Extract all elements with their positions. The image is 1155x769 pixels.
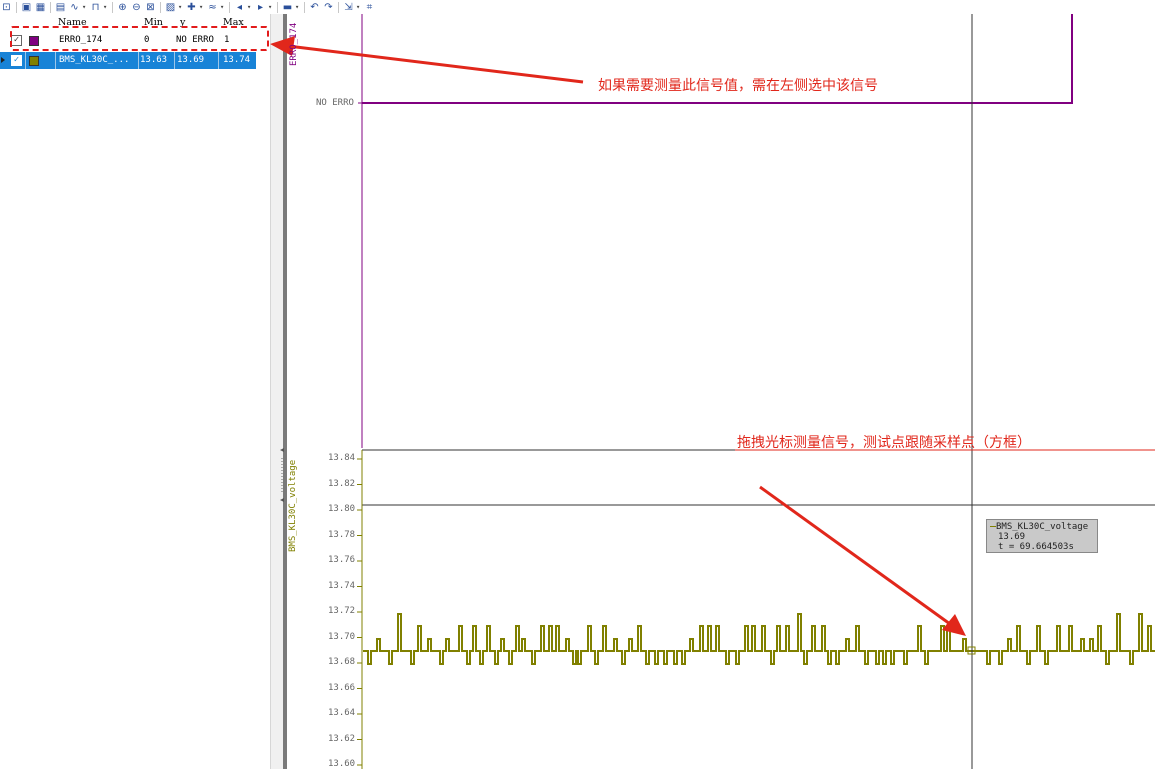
dropdown-caret-icon[interactable]: ▾ — [268, 1, 274, 13]
annotation-arrow-top — [270, 36, 584, 84]
current-row-arrow-icon — [1, 57, 5, 63]
graph2-tick-label: 13.66 — [328, 682, 356, 693]
graph2-tick-label: 13.74 — [328, 580, 356, 591]
nav-prev-icon[interactable]: ◂ — [233, 1, 246, 13]
tooltip-time: t = 69.664503s — [998, 542, 1074, 552]
graph2-tick-label: 13.64 — [328, 708, 356, 718]
graph2-tick-label: 13.76 — [328, 555, 356, 565]
toolbar-separator — [112, 1, 113, 13]
zoom-out-icon[interactable]: ⊖ — [130, 1, 143, 13]
toolbar: ⊡ ▣ ▦ ▤ ∿ ▾ ⊓ ▾ ⊕ ⊖ ⊠ ▨ ▾ ✚ ▾ ≈ ▾ ◂ ▾ ▸ ▾ ▬ ▾ ↶ ↷ ⇲ ▾ ⌗ — [0, 0, 520, 14]
toolbar-separator — [50, 1, 51, 13]
graph-view-a-icon[interactable]: ▣ — [20, 1, 33, 13]
dropdown-caret-icon[interactable]: ▾ — [199, 1, 205, 13]
save-icon[interactable]: ▬ — [281, 1, 294, 13]
export-icon[interactable]: ⇲ — [342, 1, 355, 13]
signal-y: 13.69 — [177, 55, 205, 65]
chart-options-icon[interactable]: ▨ — [164, 1, 177, 13]
tooltip-signal: BMS_KL30C_voltage — [996, 522, 1089, 532]
signal-name: BMS_KL30C_... — [59, 55, 130, 65]
signal-max: 13.74 — [223, 55, 251, 65]
signal-visible-checkbox[interactable]: ✓ — [11, 55, 22, 66]
toolbar-separator — [229, 1, 230, 13]
annotation-arrow-bottom — [759, 485, 966, 636]
zoom-in-icon[interactable]: ⊕ — [116, 1, 129, 13]
chart-step-icon[interactable]: ⊓ — [89, 1, 102, 13]
graph2-tick-label: 13.82 — [328, 478, 356, 489]
dropdown-caret-icon[interactable]: ▾ — [356, 1, 362, 13]
signal-min: 13.63 — [140, 55, 168, 65]
dropdown-caret-icon[interactable]: ▾ — [82, 1, 88, 13]
highlight-dashed-box — [10, 26, 269, 51]
tooltip-value: 13.69 — [998, 532, 1026, 542]
chart-sine-icon[interactable]: ∿ — [68, 1, 81, 13]
signal-color-swatch — [29, 56, 39, 66]
redo-icon[interactable]: ↷ — [322, 1, 335, 13]
graph2-tick-label: 13.68 — [328, 657, 356, 667]
graph2-tick-label: 13.62 — [328, 733, 356, 744]
graph1-y-axis-label: ERRO_174 — [289, 22, 299, 66]
zoom-fit-icon[interactable]: ⊡ — [0, 1, 13, 13]
chart-stacked-icon[interactable]: ▤ — [54, 1, 67, 13]
splitter-bar[interactable] — [283, 14, 287, 769]
graph2-y-axis-label: BMS_KL30C_voltage — [288, 459, 298, 552]
toolbar-separator — [160, 1, 161, 13]
cursor-value-tooltip: BMS_KL30C_voltage 13.69 t = 69.664503s — [986, 519, 1098, 553]
graph2-tick-label: 13.70 — [328, 631, 356, 642]
annotation-bottom-text: 拖拽光标测量信号，测试点跟随采样点（方框） — [737, 435, 1031, 451]
signal-wave-icon[interactable]: ≈ — [206, 1, 219, 13]
dropdown-caret-icon[interactable]: ▾ — [295, 1, 301, 13]
toolbar-separator — [338, 1, 339, 13]
dropdown-caret-icon[interactable]: ▾ — [220, 1, 226, 13]
graph2-tick-label: 13.84 — [328, 453, 356, 463]
dropdown-caret-icon[interactable]: ▾ — [103, 1, 109, 13]
graph-view-b-icon[interactable]: ▦ — [34, 1, 47, 13]
graph2-tick-label: 13.72 — [328, 606, 356, 616]
dropdown-caret-icon[interactable]: ▾ — [247, 1, 253, 13]
graph2-tick-label: 13.78 — [328, 529, 356, 540]
toolbar-separator — [277, 1, 278, 13]
graph2-tick-label: 13.80 — [328, 504, 356, 514]
toolbar-separator — [16, 1, 17, 13]
annotation-top-text: 如果需要测量此信号值，需在左侧选中该信号 — [598, 78, 878, 94]
toolbar-separator — [304, 1, 305, 13]
measure-icon[interactable]: ⌗ — [363, 1, 376, 13]
sample-point-marker — [967, 646, 976, 655]
dropdown-caret-icon[interactable]: ▾ — [178, 1, 184, 13]
nav-next-icon[interactable]: ▸ — [254, 1, 267, 13]
undo-icon[interactable]: ↶ — [308, 1, 321, 13]
graph2-signal-line — [363, 613, 1155, 665]
graph2-tick-label: 13.60 — [328, 759, 356, 769]
splitter-grip-icon[interactable] — [280, 448, 284, 504]
signal-row-bms-kl30c[interactable]: ✓ BMS_KL30C_... 13.63 13.69 13.74 — [0, 52, 256, 69]
graph1-level-label: NO ERRO — [316, 98, 354, 108]
signal-list-panel: Name Min y Max ✓ ERRO_174 0 NO ERRO 1 ✓ … — [0, 14, 270, 769]
signal-add-icon[interactable]: ✚ — [185, 1, 198, 13]
zoom-area-icon[interactable]: ⊠ — [144, 1, 157, 13]
